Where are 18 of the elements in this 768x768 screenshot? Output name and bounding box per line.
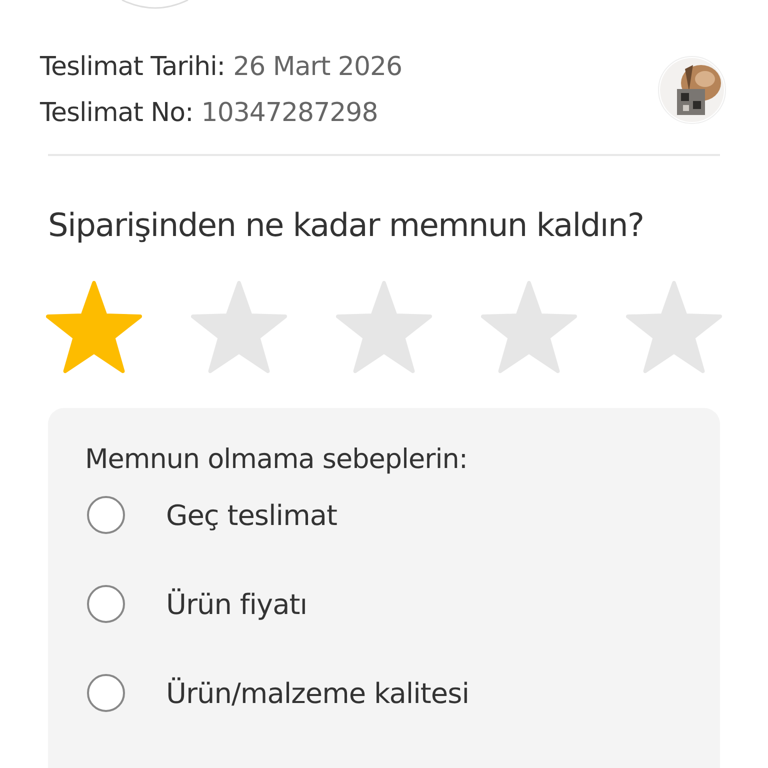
delivery-number: 10347287298 bbox=[201, 98, 378, 128]
star-icon[interactable] bbox=[46, 280, 142, 374]
radio-button[interactable] bbox=[87, 674, 125, 712]
option-label[interactable]: Geç teslimat bbox=[166, 498, 337, 532]
delivery-date: 26 Mart 2026 bbox=[233, 52, 402, 82]
option-label[interactable]: Ürün/malzeme kalitesi bbox=[166, 676, 469, 710]
reasons-title: Memnun olmama sebeplerin: bbox=[85, 444, 468, 475]
star-icon[interactable] bbox=[191, 280, 287, 374]
star-icon[interactable] bbox=[481, 280, 577, 374]
rating-question: Siparişinden ne kadar memnun kaldın? bbox=[48, 206, 645, 244]
option-label[interactable]: Ürün fiyatı bbox=[166, 588, 308, 620]
star-icon[interactable] bbox=[626, 280, 722, 374]
radio-button[interactable] bbox=[87, 496, 125, 534]
delivery-date-label: Teslimat Tarihi: bbox=[40, 52, 226, 82]
logo-icon bbox=[120, 0, 190, 10]
star-icon[interactable] bbox=[336, 280, 432, 374]
radio-button[interactable] bbox=[87, 585, 125, 623]
delivery-number-label: Teslimat No: bbox=[40, 98, 194, 128]
